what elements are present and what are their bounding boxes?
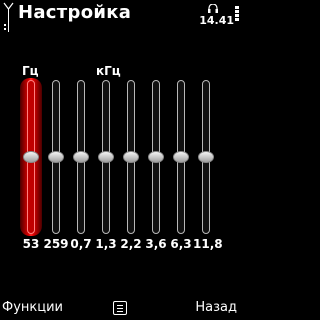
frequency-label: 6,3	[170, 237, 192, 251]
eq-slider-band[interactable]	[119, 78, 143, 236]
eq-slider-band[interactable]	[19, 78, 43, 236]
slider-knob[interactable]	[48, 151, 64, 163]
clock-time: 14.41	[199, 14, 234, 27]
frequency-label: 2,2	[120, 237, 142, 251]
softkey-bar: Функции Назад	[0, 298, 240, 320]
frequency-label: 11,8	[193, 237, 223, 251]
frequency-label: 259	[43, 237, 69, 251]
frequency-label: 53	[22, 237, 40, 251]
status-header: Настройка 14.41	[0, 0, 240, 34]
signal-strength-icon	[3, 2, 14, 32]
slider-knob[interactable]	[98, 151, 114, 163]
headset-icon	[208, 4, 218, 13]
slider-knob[interactable]	[123, 151, 139, 163]
equalizer	[0, 78, 240, 236]
eq-slider-band[interactable]	[69, 78, 93, 236]
slider-knob[interactable]	[148, 151, 164, 163]
eq-slider-band[interactable]	[94, 78, 118, 236]
unit-label-khz: кГц	[96, 64, 121, 78]
unit-label-hz: Гц	[22, 64, 39, 78]
slider-knob[interactable]	[73, 151, 89, 163]
menu-icon[interactable]	[113, 301, 127, 315]
slider-knob[interactable]	[173, 151, 189, 163]
options-softkey[interactable]: Функции	[2, 300, 63, 315]
clock-area: 14.41	[199, 2, 236, 30]
eq-slider-band[interactable]	[44, 78, 68, 236]
slider-knob[interactable]	[198, 151, 214, 163]
slider-knob[interactable]	[23, 151, 39, 163]
frequency-label: 1,3	[95, 237, 117, 251]
back-softkey[interactable]: Назад	[195, 300, 237, 315]
eq-slider-band[interactable]	[144, 78, 168, 236]
frequency-label: 3,6	[145, 237, 167, 251]
eq-slider-band[interactable]	[194, 78, 218, 236]
eq-slider-band[interactable]	[169, 78, 193, 236]
battery-icon	[235, 6, 239, 21]
frequency-label: 0,7	[70, 237, 92, 251]
page-title: Настройка	[18, 2, 132, 23]
